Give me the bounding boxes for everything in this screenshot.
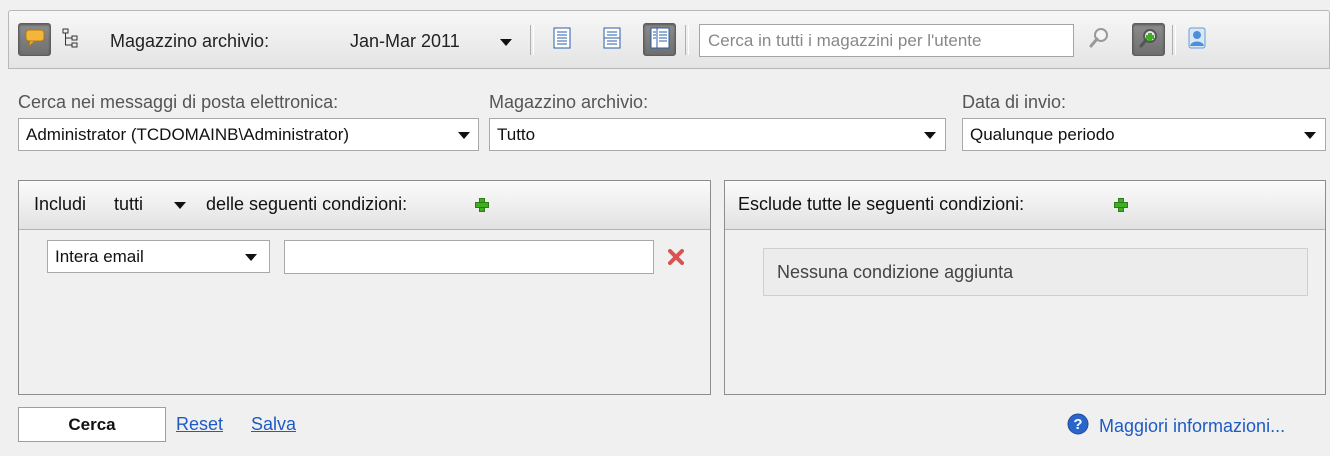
chevron-down-icon [1304,132,1316,139]
magnifier-icon [1088,27,1110,53]
mailbox-label: Cerca nei messaggi di posta elettronica: [18,92,339,112]
include-panel: Includi tutti delle seguenti condizioni:… [18,180,711,395]
search-submit-button[interactable]: Cerca [18,407,166,442]
list-layout-icon [553,27,571,53]
remove-icon[interactable] [668,249,684,269]
user-button[interactable] [1180,23,1213,56]
mailbox-value: Administrator (TCDOMAINB\Administrator) [26,125,350,144]
user-icon [1187,27,1207,53]
include-prefix: Includi [34,194,87,214]
date-label: Data di invio: [962,92,1067,112]
divider [685,25,689,55]
chevron-down-icon [458,132,470,139]
user-search-input[interactable]: Cerca in tutti i magazzini per l'utente [699,24,1074,57]
divider [1172,25,1176,55]
chevron-down-icon[interactable] [500,39,512,46]
empty-conditions-message: Nessuna condizione aggiunta [763,248,1308,296]
advanced-search-button[interactable] [1132,23,1165,56]
chevron-down-icon[interactable] [174,202,186,209]
reset-link[interactable]: Reset [176,414,223,435]
condition-value-input[interactable] [284,240,654,274]
tree-view-button[interactable] [54,23,87,56]
add-icon[interactable] [1114,198,1128,212]
exclude-panel-header: Esclude tutte le seguenti condizioni: [725,181,1325,230]
layout-list-button[interactable] [545,23,578,56]
exclude-title: Esclude tutte le seguenti condizioni: [738,194,1025,214]
include-mode-dropdown[interactable]: tutti [114,194,143,215]
date-value: Qualunque periodo [970,125,1115,144]
chat-view-button[interactable] [18,23,51,56]
mailbox-select[interactable]: Administrator (TCDOMAINB\Administrator) [18,118,479,151]
split-layout-icon [603,27,621,53]
save-link[interactable]: Salva [251,414,296,435]
chevron-down-icon [245,254,257,261]
help-icon[interactable]: ? [1067,413,1089,439]
archive-select[interactable]: Tutto [489,118,946,151]
archive-filter-label: Magazzino archivio: [489,92,649,112]
condition-field-select[interactable]: Intera email [47,240,270,273]
archive-value: Tutto [497,125,536,144]
exclude-panel: Esclude tutte le seguenti condizioni: Ne… [724,180,1326,395]
layout-split-button[interactable] [595,23,628,56]
condition-field-value: Intera email [55,247,144,266]
columns-layout-icon [650,27,670,53]
toolbar: Magazzino archivio: Jan-Mar 2011 Cerca i… [8,10,1330,69]
archive-label: Magazzino archivio: [110,31,270,51]
divider [530,25,534,55]
chevron-down-icon [924,132,936,139]
include-suffix: delle seguenti condizioni: [206,194,408,214]
include-panel-header: Includi tutti delle seguenti condizioni: [19,181,710,230]
svg-text:?: ? [1073,416,1082,433]
layout-columns-button[interactable] [643,23,676,56]
hierarchy-icon [62,28,80,52]
search-add-icon [1138,27,1160,53]
more-info-link[interactable]: Maggiori informazioni... [1099,416,1285,437]
date-select[interactable]: Qualunque periodo [962,118,1326,151]
add-icon[interactable] [475,198,489,212]
search-button[interactable] [1082,23,1115,56]
speech-bubble-icon [25,29,45,51]
archive-period-dropdown[interactable]: Jan-Mar 2011 [350,31,460,52]
